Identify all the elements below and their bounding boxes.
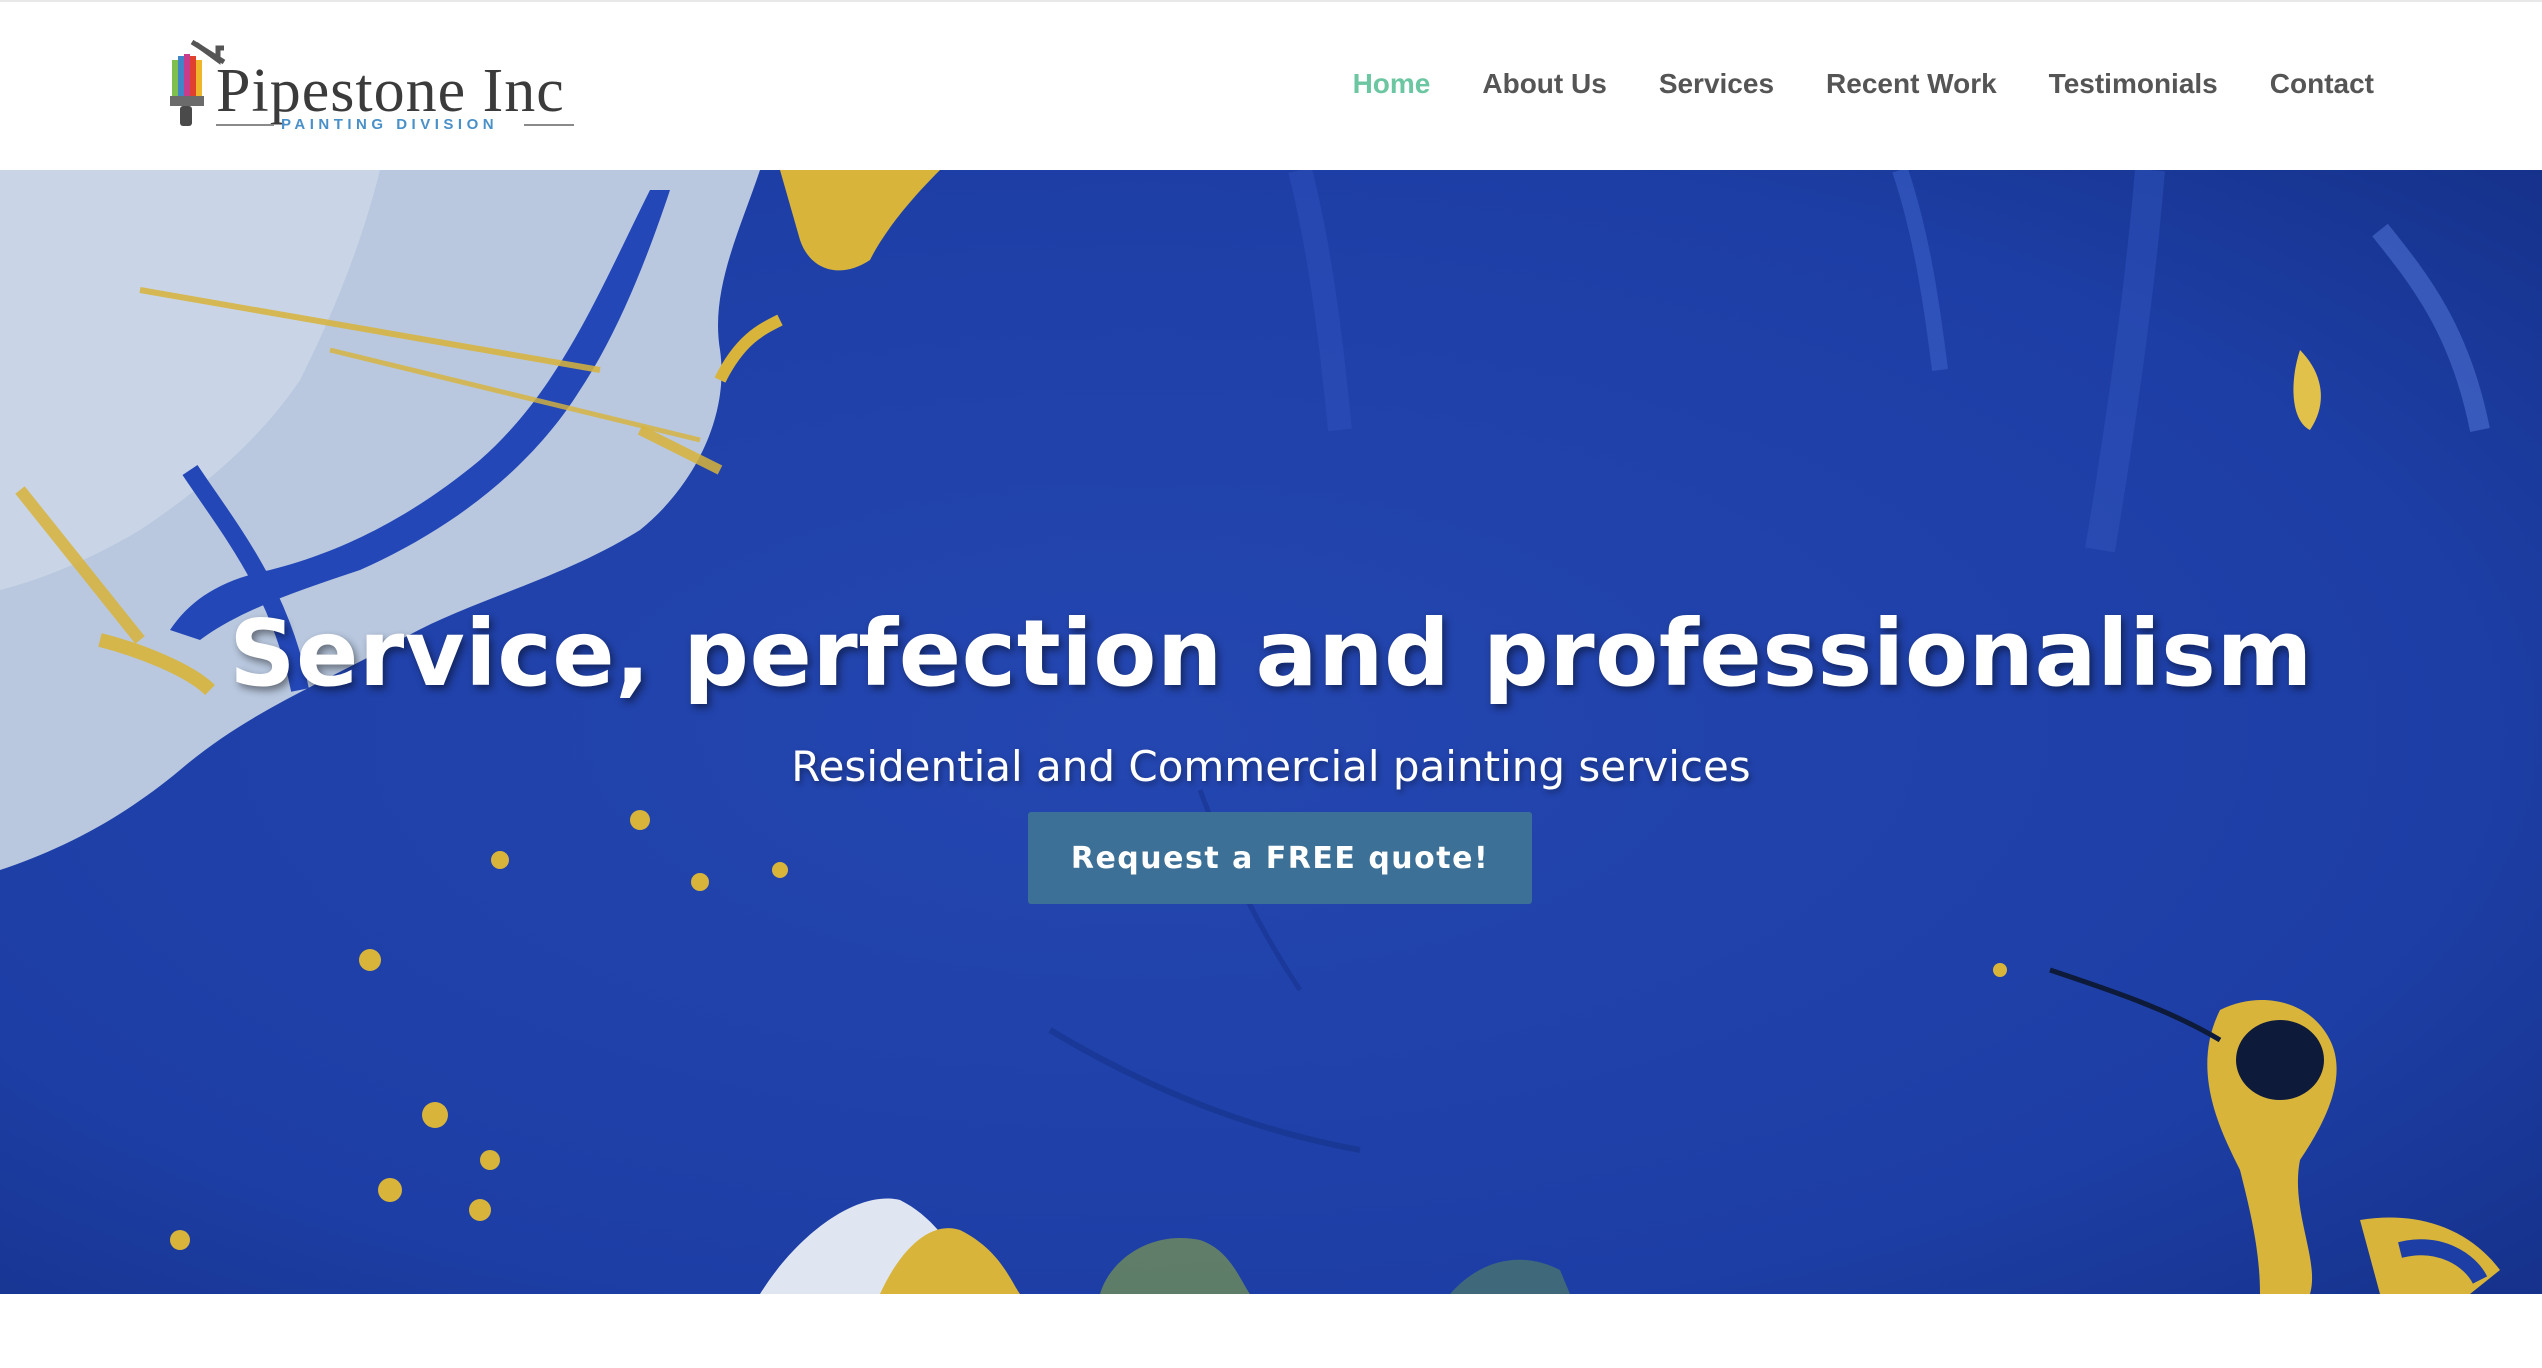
nav-contact[interactable]: Contact <box>2270 64 2374 104</box>
nav-recent-work[interactable]: Recent Work <box>1826 64 1997 104</box>
brand-name: Pipestone Inc <box>216 57 565 125</box>
nav-home[interactable]: Home <box>1353 64 1431 104</box>
nav-about-us[interactable]: About Us <box>1482 64 1606 104</box>
nav-testimonials[interactable]: Testimonials <box>2049 64 2218 104</box>
request-quote-button[interactable]: Request a FREE quote! <box>1028 812 1532 904</box>
main-nav: Home About Us Services Recent Work Testi… <box>1301 64 2374 104</box>
nav-services[interactable]: Services <box>1659 64 1774 104</box>
hero-section: Service, perfection and professionalism … <box>0 170 2542 1294</box>
logo-rule-left <box>216 124 274 126</box>
hero-subtitle: Residential and Commercial painting serv… <box>791 742 1751 791</box>
logo-rule-right <box>524 124 574 126</box>
page-content-area <box>0 1294 2542 1368</box>
hero-background-image <box>0 170 2542 1294</box>
site-header: Pipestone Inc PAINTING DIVISION Home Abo… <box>0 0 2542 170</box>
hero-title: Service, perfection and professionalism <box>229 599 2313 707</box>
brand-tagline: PAINTING DIVISION <box>281 116 499 133</box>
brand-logo[interactable]: Pipestone Inc PAINTING DIVISION <box>166 38 576 138</box>
